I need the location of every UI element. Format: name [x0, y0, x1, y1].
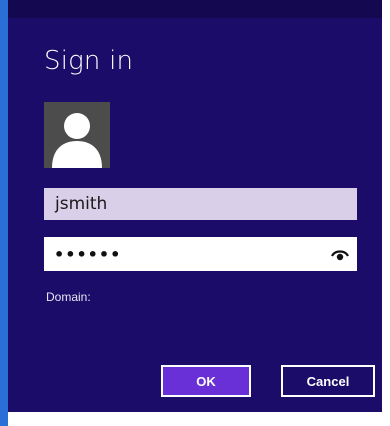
username-field[interactable]: jsmith	[44, 188, 357, 220]
domain-label: Domain:	[46, 290, 91, 304]
password-field[interactable]: ••••••	[44, 237, 357, 271]
cancel-button-label: Cancel	[306, 373, 350, 389]
dialog-title: Sign in	[44, 46, 134, 76]
dialog-top-bar	[8, 0, 382, 18]
user-avatar	[44, 102, 110, 168]
login-screen: Sign in jsmith •••••• Domain: OK Cancel	[0, 0, 390, 426]
eye-icon[interactable]	[331, 246, 349, 262]
password-masked-value: ••••••	[54, 244, 122, 264]
ok-button[interactable]: OK	[161, 365, 251, 397]
accent-strip	[0, 0, 8, 426]
ok-button-label: OK	[196, 373, 216, 389]
user-silhouette-icon	[52, 113, 102, 168]
username-value: jsmith	[55, 194, 108, 214]
cancel-button[interactable]: Cancel	[281, 365, 375, 397]
